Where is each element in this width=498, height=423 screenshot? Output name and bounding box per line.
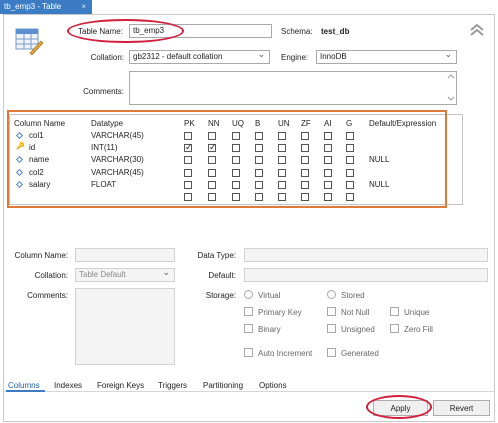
not-null-label: Not Null	[341, 308, 370, 317]
apply-button-highlight	[366, 395, 432, 419]
revert-button[interactable]: Revert	[433, 400, 490, 416]
column-collation-label: Collation:	[34, 271, 68, 280]
storage-virtual-label: Virtual	[258, 291, 281, 300]
comments-textarea[interactable]	[129, 71, 457, 105]
storage-virtual-radio[interactable]	[244, 290, 253, 299]
column-comments-textarea[interactable]	[75, 288, 175, 365]
column-collation-select[interactable]: Table Default	[75, 268, 175, 282]
column-name-label: Column Name:	[14, 251, 68, 260]
engine-select[interactable]: InnoDB	[316, 50, 457, 64]
auto-increment-checkbox[interactable]	[244, 348, 253, 357]
unique-checkbox[interactable]	[390, 307, 399, 316]
editor-tab[interactable]: tb_emp3 - Table ×	[0, 0, 92, 14]
schema-value: test_db	[321, 27, 350, 36]
data-type-input[interactable]	[244, 248, 488, 262]
comments-label: Comments:	[83, 87, 124, 96]
editor-tab-title: tb_emp3 - Table	[4, 2, 62, 11]
default-input[interactable]	[244, 268, 488, 282]
tab-triggers[interactable]: Triggers	[158, 381, 187, 390]
tab-columns-underline	[6, 390, 45, 392]
close-icon[interactable]: ×	[81, 0, 86, 14]
schema-label: Schema:	[281, 27, 313, 36]
not-null-checkbox[interactable]	[327, 307, 336, 316]
tab-partitioning[interactable]: Partitioning	[203, 381, 243, 390]
table-icon	[14, 26, 44, 56]
unsigned-checkbox[interactable]	[327, 324, 336, 333]
collation-label: Collation:	[90, 53, 124, 62]
engine-label: Engine:	[281, 53, 309, 62]
storage-stored-label: Stored	[341, 291, 365, 300]
tab-foreign-keys[interactable]: Foreign Keys	[97, 381, 144, 390]
binary-checkbox[interactable]	[244, 324, 253, 333]
collation-select[interactable]: gb2312 - default collation	[129, 50, 270, 64]
column-comments-label: Comments:	[27, 291, 68, 300]
unsigned-label: Unsigned	[341, 325, 375, 334]
tab-indexes[interactable]: Indexes	[54, 381, 82, 390]
storage-label: Storage:	[205, 291, 236, 300]
tab-options[interactable]: Options	[259, 381, 287, 390]
primary-key-checkbox[interactable]	[244, 307, 253, 316]
data-type-label: Data Type:	[197, 251, 236, 260]
columns-grid-highlight	[7, 110, 447, 208]
comments-scroll-down-icon[interactable]	[446, 95, 456, 103]
generated-label: Generated	[341, 349, 379, 358]
collapse-chevron-icon[interactable]	[469, 23, 485, 37]
auto-increment-label: Auto Increment	[258, 349, 313, 358]
zero-fill-checkbox[interactable]	[390, 324, 399, 333]
comments-scroll-up-icon[interactable]	[446, 72, 456, 80]
tab-columns[interactable]: Columns	[8, 381, 40, 390]
table-name-highlight	[67, 19, 184, 43]
storage-stored-radio[interactable]	[327, 290, 336, 299]
default-label: Default:	[208, 271, 236, 280]
primary-key-label: Primary Key	[258, 308, 302, 317]
generated-checkbox[interactable]	[327, 348, 336, 357]
zero-fill-label: Zero Fill	[404, 325, 433, 334]
unique-label: Unique	[404, 308, 430, 317]
column-name-input[interactable]	[75, 248, 175, 262]
binary-label: Binary	[258, 325, 281, 334]
